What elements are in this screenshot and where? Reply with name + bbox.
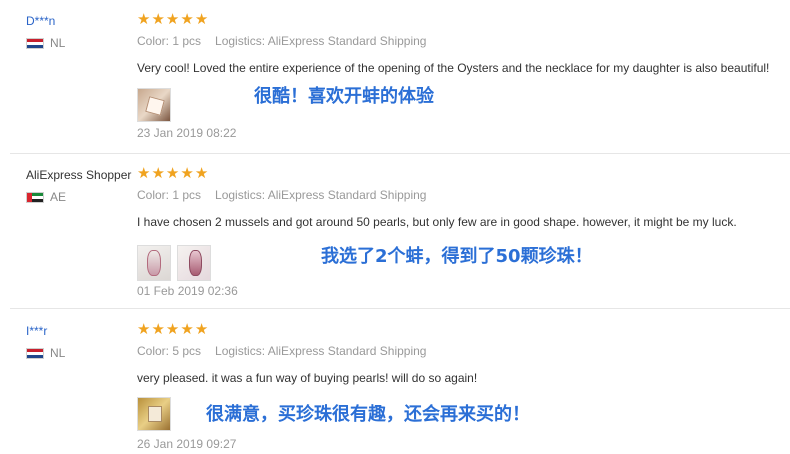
reviewer-name[interactable]: AliExpress Shopper xyxy=(26,168,131,182)
reviewer-name[interactable]: D***n xyxy=(26,14,55,28)
country-code: AE xyxy=(50,190,67,204)
review-photo-thumbnail[interactable] xyxy=(137,245,171,281)
reviewer-info: I***r NL xyxy=(26,324,65,360)
review-photos xyxy=(137,245,211,281)
order-meta: Color: 5 pcs Logistics: AliExpress Standa… xyxy=(137,344,426,358)
color-option: Color: 1 pcs xyxy=(137,188,202,202)
star-icon: ★ xyxy=(180,11,194,28)
review-item: D***n NL ★ ★ ★ ★ ★ Color: 1 pcs Logistics… xyxy=(0,0,790,154)
reviewer-info: AliExpress Shopper AE xyxy=(26,168,131,204)
star-rating: ★ ★ ★ ★ ★ xyxy=(137,12,208,27)
star-rating: ★ ★ ★ ★ ★ xyxy=(137,322,208,337)
star-icon: ★ xyxy=(151,321,165,338)
review-date: 01 Feb 2019 02:36 xyxy=(137,284,238,298)
star-icon: ★ xyxy=(165,165,180,182)
country-code: NL xyxy=(50,346,66,360)
review-item: AliExpress Shopper AE ★ ★ ★ ★ ★ Color: 1… xyxy=(0,154,790,309)
review-text: I have chosen 2 mussels and got around 5… xyxy=(137,215,737,229)
review-date: 23 Jan 2019 08:22 xyxy=(137,126,237,140)
order-meta: Color: 1 pcs Logistics: AliExpress Standa… xyxy=(137,34,426,48)
netherlands-flag-icon xyxy=(26,347,44,359)
reviewer-country: NL xyxy=(26,36,65,50)
star-icon: ★ xyxy=(194,321,209,338)
netherlands-flag-icon xyxy=(26,37,44,49)
star-icon: ★ xyxy=(165,321,180,338)
reviewer-country: NL xyxy=(26,346,65,360)
review-content: ★ ★ ★ ★ ★ Color: 1 pcs Logistics: AliExpr… xyxy=(137,166,776,301)
star-rating: ★ ★ ★ ★ ★ xyxy=(137,166,208,181)
reviewer-name[interactable]: I***r xyxy=(26,324,47,338)
star-icon: ★ xyxy=(151,165,165,182)
star-icon: ★ xyxy=(194,165,209,182)
review-photo-thumbnail[interactable] xyxy=(137,88,171,122)
review-item: I***r NL ★ ★ ★ ★ ★ Color: 5 pcs Logistics… xyxy=(0,309,790,454)
star-icon: ★ xyxy=(137,11,151,28)
country-code: NL xyxy=(50,36,66,50)
review-content: ★ ★ ★ ★ ★ Color: 1 pcs Logistics: AliExpr… xyxy=(137,12,776,144)
review-photos xyxy=(137,397,171,431)
star-icon: ★ xyxy=(151,11,165,28)
star-icon: ★ xyxy=(180,165,194,182)
review-text: very pleased. it was a fun way of buying… xyxy=(137,371,478,385)
uae-flag-icon xyxy=(26,191,44,203)
order-meta: Color: 1 pcs Logistics: AliExpress Standa… xyxy=(137,188,426,202)
review-photo-thumbnail[interactable] xyxy=(177,245,211,281)
logistics-info: Logistics: AliExpress Standard Shipping xyxy=(215,344,427,358)
logistics-info: Logistics: AliExpress Standard Shipping xyxy=(215,34,427,48)
reviewer-country: AE xyxy=(26,190,66,204)
star-icon: ★ xyxy=(137,165,151,182)
review-text: Very cool! Loved the entire experience o… xyxy=(137,61,770,75)
color-option: Color: 1 pcs xyxy=(137,34,202,48)
review-date: 26 Jan 2019 09:27 xyxy=(137,437,237,451)
translation-caption: 很酷！喜欢开蚌的体验 xyxy=(254,86,434,107)
translation-caption: 很满意，买珍珠很有趣，还会再来买的！ xyxy=(206,404,530,425)
star-icon: ★ xyxy=(194,11,209,28)
logistics-info: Logistics: AliExpress Standard Shipping xyxy=(215,188,427,202)
star-icon: ★ xyxy=(165,11,180,28)
translation-caption: 我选了2个蚌，得到了50颗珍珠！ xyxy=(321,246,593,267)
star-icon: ★ xyxy=(137,321,151,338)
review-content: ★ ★ ★ ★ ★ Color: 5 pcs Logistics: AliExpr… xyxy=(137,322,776,454)
color-option: Color: 5 pcs xyxy=(137,344,202,358)
review-photo-thumbnail[interactable] xyxy=(137,397,171,431)
review-photos xyxy=(137,88,171,122)
star-icon: ★ xyxy=(180,321,194,338)
reviewer-info: D***n NL xyxy=(26,14,65,50)
